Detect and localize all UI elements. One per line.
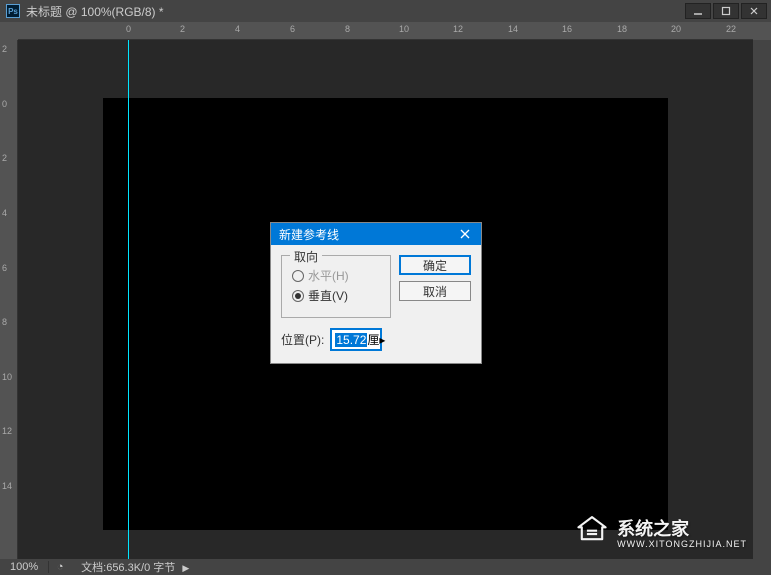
- ruler-tick: 0: [126, 24, 131, 34]
- ruler-vertical[interactable]: 2 0 2 4 6 8 10 12 14: [0, 40, 18, 559]
- ruler-tick: 14: [2, 481, 12, 491]
- statusbar: 100% ◔ 文档:656.3K/0 字节 ▶: [0, 559, 771, 575]
- ruler-tick: 10: [399, 24, 409, 34]
- position-value: 15.72: [335, 333, 367, 347]
- radio-label: 水平(H): [308, 267, 349, 284]
- cancel-button[interactable]: 取消: [399, 281, 471, 301]
- ok-button[interactable]: 确定: [399, 255, 471, 275]
- ruler-tick: 18: [617, 24, 627, 34]
- spinner-icon: ▸: [379, 333, 385, 347]
- ruler-tick: 6: [290, 24, 295, 34]
- maximize-button[interactable]: [713, 3, 739, 19]
- ruler-tick: 12: [2, 426, 12, 436]
- titlebar: Ps 未标题 @ 100%(RGB/8) *: [0, 0, 771, 22]
- ruler-tick: 4: [235, 24, 240, 34]
- scrollbar-vertical[interactable]: [753, 40, 771, 559]
- ruler-tick: 0: [2, 99, 7, 109]
- orientation-legend: 取向: [290, 248, 322, 265]
- house-icon: [575, 512, 609, 551]
- ruler-tick: 8: [2, 317, 7, 327]
- ruler-tick: 2: [180, 24, 185, 34]
- position-input[interactable]: 15.72厘▸: [330, 328, 382, 351]
- zoom-level[interactable]: 100%: [0, 561, 49, 573]
- ruler-tick: 12: [453, 24, 463, 34]
- orientation-fieldset: 取向 水平(H) 垂直(V): [281, 255, 391, 318]
- radio-icon: [292, 290, 304, 302]
- ruler-tick: 14: [508, 24, 518, 34]
- ruler-tick: 2: [2, 153, 7, 163]
- ruler-tick: 20: [671, 24, 681, 34]
- radio-vertical[interactable]: 垂直(V): [292, 287, 380, 304]
- watermark: 系统之家 WWW.XITONGZHIJIA.NET: [575, 512, 747, 551]
- minimize-button[interactable]: [685, 3, 711, 19]
- watermark-brand: 系统之家: [617, 515, 747, 541]
- document-title: 未标题 @ 100%(RGB/8) *: [26, 3, 164, 20]
- dialog-title: 新建参考线: [279, 226, 339, 243]
- ruler-tick: 8: [345, 24, 350, 34]
- status-icon[interactable]: ◔: [49, 561, 71, 573]
- radio-label: 垂直(V): [308, 287, 348, 304]
- radio-horizontal[interactable]: 水平(H): [292, 267, 380, 284]
- window-controls: [685, 3, 771, 19]
- ruler-tick: 6: [2, 263, 7, 273]
- ruler-tick: 16: [562, 24, 572, 34]
- ruler-tick: 22: [726, 24, 736, 34]
- radio-icon: [292, 270, 304, 282]
- app-icon: Ps: [6, 4, 20, 18]
- ruler-tick: 4: [2, 208, 7, 218]
- ruler-tick: 10: [2, 372, 12, 382]
- document-info[interactable]: 文档:656.3K/0 字节 ▶: [71, 559, 199, 575]
- new-guide-dialog: 新建参考线 取向 水平(H) 垂直(V) 确定 取消 位置(P): 15.72厘…: [270, 222, 482, 364]
- position-unit: 厘: [367, 331, 379, 348]
- position-label: 位置(P):: [281, 331, 324, 348]
- dialog-close-button[interactable]: [449, 223, 481, 245]
- chevron-right-icon: ▶: [178, 563, 189, 573]
- dialog-titlebar[interactable]: 新建参考线: [271, 223, 481, 245]
- ruler-horizontal[interactable]: 0 2 4 6 8 10 12 14 16 18 20 22: [18, 22, 753, 40]
- ruler-tick: 2: [2, 44, 7, 54]
- guide-line-vertical[interactable]: [128, 40, 129, 559]
- close-button[interactable]: [741, 3, 767, 19]
- watermark-url: WWW.XITONGZHIJIA.NET: [617, 539, 747, 549]
